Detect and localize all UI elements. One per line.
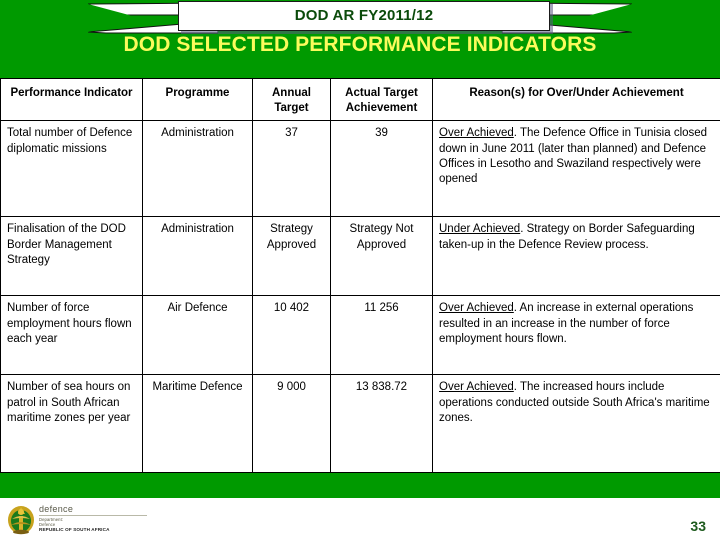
south-africa-coat-of-arms-icon [8,506,34,535]
cell-reason: Over Achieved. The Defence Office in Tun… [432,120,720,218]
column-header-actual-target-achievement: Actual Target Achievement [330,77,433,122]
table-row: Number of sea hours on patrol in South A… [0,374,720,474]
table-header-row: Performance Indicator Programme Annual T… [0,77,720,122]
column-header-annual-target: Annual Target [252,77,331,122]
table-row: Total number of Defence diplomatic missi… [0,120,720,218]
banner-ribbon: DOD AR FY2011/12 [0,0,720,36]
verdict-label: Over Achieved [439,381,514,394]
cell-reason: Over Achieved. An increase in external o… [432,295,720,376]
cell-programme: Air Defence [142,295,253,376]
cell-programme: Administration [142,216,253,297]
cell-indicator: Finalisation of the DOD Border Managemen… [0,216,143,297]
cell-actual-achievement: 11 256 [330,295,433,376]
cell-actual-achievement: 39 [330,120,433,218]
column-header-programme: Programme [142,77,253,122]
cell-programme: Maritime Defence [142,374,253,474]
logo-wordmark: defence [39,504,74,514]
performance-indicators-table: Performance Indicator Programme Annual T… [0,77,720,474]
cell-reason: Over Achieved. The increased hours inclu… [432,374,720,474]
cell-annual-target: 10 402 [252,295,331,376]
cell-indicator: Total number of Defence diplomatic missi… [0,120,143,218]
cell-annual-target: 9 000 [252,374,331,474]
cell-annual-target: 37 [252,120,331,218]
cell-annual-target: Strategy Approved [252,216,331,297]
column-header-performance-indicator: Performance Indicator [0,77,143,122]
verdict-label: Over Achieved [439,302,514,315]
table-row: Number of force employment hours flown e… [0,295,720,376]
column-header-reason: Reason(s) for Over/Under Achievement [432,77,720,122]
cell-reason: Under Achieved. Strategy on Border Safeg… [432,216,720,297]
cell-actual-achievement: 13 838.72 [330,374,433,474]
page-title: DOD SELECTED PERFORMANCE INDICATORS [123,33,597,56]
banner-title: DOD AR FY2011/12 [294,7,434,24]
cell-actual-achievement: Strategy Not Approved [330,216,433,297]
slide-canvas: DOD AR FY2011/12 DOD SELECTED PERFORMANC… [0,0,720,540]
department-of-defence-logo: defence Department: Defence REPUBLIC OF … [6,502,156,536]
table-row: Finalisation of the DOD Border Managemen… [0,216,720,297]
verdict-label: Under Achieved [439,223,521,236]
footer-bar: defence Department: Defence REPUBLIC OF … [0,498,720,540]
verdict-label: Over Achieved [439,127,514,140]
cell-indicator: Number of force employment hours flown e… [0,295,143,376]
logo-text-block: defence Department: Defence REPUBLIC OF … [39,504,154,533]
page-number: 33 [690,518,706,534]
logo-republic-line: REPUBLIC OF SOUTH AFRICA [39,527,110,533]
cell-indicator: Number of sea hours on patrol in South A… [0,374,143,474]
logo-divider [39,515,147,516]
cell-programme: Administration [142,120,253,218]
